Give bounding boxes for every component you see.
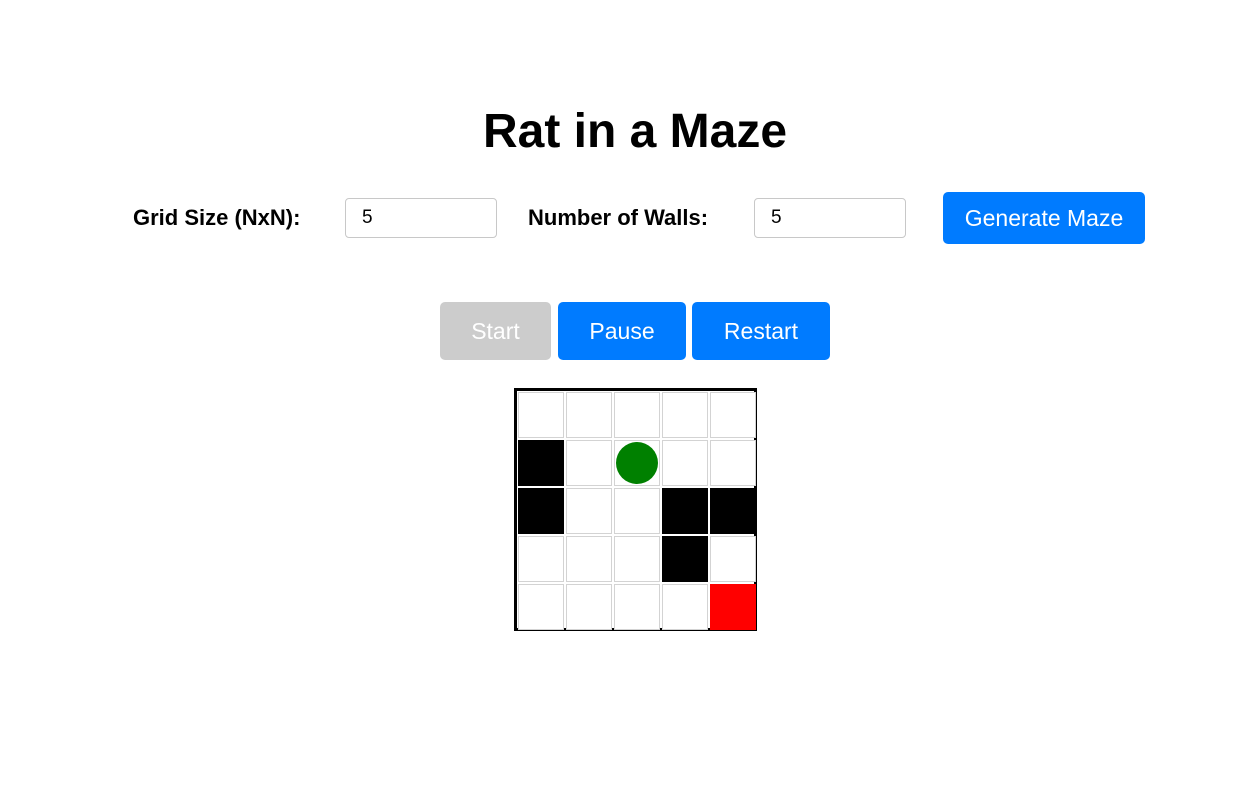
maze-cell [566, 392, 612, 438]
maze-cell [614, 584, 660, 630]
restart-button[interactable]: Restart [692, 302, 830, 360]
grid-size-label: Grid Size (NxN): [133, 205, 301, 230]
maze-wall-cell [710, 488, 756, 534]
maze-cell [662, 440, 708, 486]
maze-cell [566, 536, 612, 582]
maze-cell [518, 392, 564, 438]
grid-size-input[interactable] [345, 198, 497, 238]
page-title: Rat in a Maze [482, 105, 788, 158]
maze-cell [710, 536, 756, 582]
maze-cell [566, 584, 612, 630]
maze-goal-cell [710, 584, 756, 630]
walls-label: Number of Walls: [528, 205, 709, 230]
maze-wall-cell [518, 440, 564, 486]
pause-button[interactable]: Pause [558, 302, 686, 360]
start-button[interactable]: Start [440, 302, 551, 360]
maze-settings: Grid Size (NxN): Number of Walls: Genera… [0, 192, 1255, 244]
maze-cell [614, 536, 660, 582]
maze-cell [614, 392, 660, 438]
page: Rat in a Maze Grid Size (NxN): Number of… [0, 0, 1255, 798]
maze-cell [614, 488, 660, 534]
rat-marker [616, 442, 658, 484]
maze-cell [710, 392, 756, 438]
generate-maze-button[interactable]: Generate Maze [943, 192, 1145, 244]
maze-cell [662, 392, 708, 438]
maze-wall-cell [662, 536, 708, 582]
maze-wall-cell [662, 488, 708, 534]
maze-grid [514, 388, 757, 631]
maze-cell [518, 584, 564, 630]
simulation-controls: Start Pause Restart [0, 302, 1255, 360]
maze-cell [566, 440, 612, 486]
maze-cell [566, 488, 612, 534]
maze-cell [518, 536, 564, 582]
maze-cell [662, 584, 708, 630]
walls-input[interactable] [754, 198, 906, 238]
maze-cell [710, 440, 756, 486]
maze-rat-cell [614, 440, 660, 486]
maze-wall-cell [518, 488, 564, 534]
